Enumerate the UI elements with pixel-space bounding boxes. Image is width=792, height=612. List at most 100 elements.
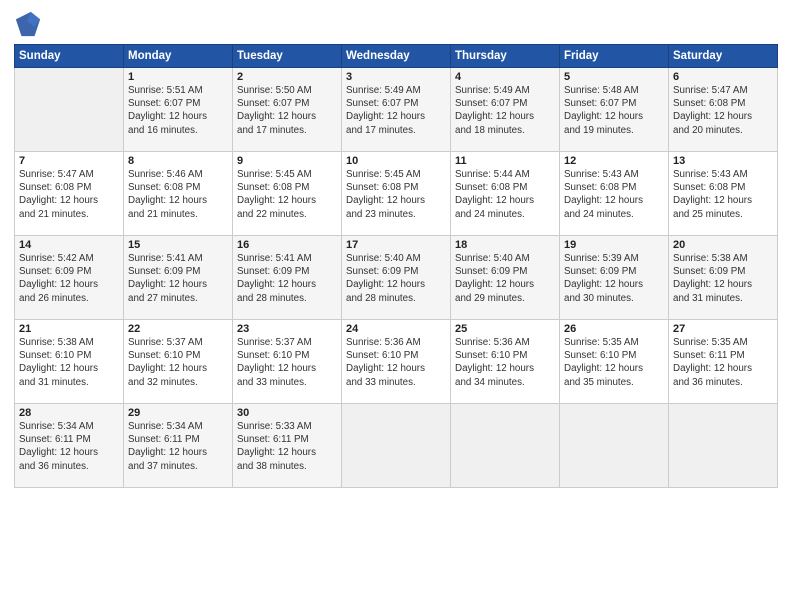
day-number: 20 [673,239,773,251]
calendar-cell [15,68,124,152]
day-detail: Sunrise: 5:34 AM Sunset: 6:11 PM Dayligh… [128,420,228,473]
day-detail: Sunrise: 5:45 AM Sunset: 6:08 PM Dayligh… [237,168,337,221]
calendar-cell: 30Sunrise: 5:33 AM Sunset: 6:11 PM Dayli… [233,404,342,488]
calendar-cell: 7Sunrise: 5:47 AM Sunset: 6:08 PM Daylig… [15,152,124,236]
day-detail: Sunrise: 5:49 AM Sunset: 6:07 PM Dayligh… [346,84,446,137]
day-detail: Sunrise: 5:46 AM Sunset: 6:08 PM Dayligh… [128,168,228,221]
calendar-cell: 12Sunrise: 5:43 AM Sunset: 6:08 PM Dayli… [560,152,669,236]
day-number: 7 [19,155,119,167]
day-number: 11 [455,155,555,167]
day-detail: Sunrise: 5:45 AM Sunset: 6:08 PM Dayligh… [346,168,446,221]
day-detail: Sunrise: 5:42 AM Sunset: 6:09 PM Dayligh… [19,252,119,305]
week-row-2: 7Sunrise: 5:47 AM Sunset: 6:08 PM Daylig… [15,152,778,236]
day-detail: Sunrise: 5:37 AM Sunset: 6:10 PM Dayligh… [128,336,228,389]
day-detail: Sunrise: 5:38 AM Sunset: 6:10 PM Dayligh… [19,336,119,389]
calendar-cell: 19Sunrise: 5:39 AM Sunset: 6:09 PM Dayli… [560,236,669,320]
day-detail: Sunrise: 5:37 AM Sunset: 6:10 PM Dayligh… [237,336,337,389]
calendar-cell: 17Sunrise: 5:40 AM Sunset: 6:09 PM Dayli… [342,236,451,320]
day-detail: Sunrise: 5:49 AM Sunset: 6:07 PM Dayligh… [455,84,555,137]
col-header-friday: Friday [560,45,669,68]
day-number: 6 [673,71,773,83]
header-row: SundayMondayTuesdayWednesdayThursdayFrid… [15,45,778,68]
calendar-cell: 14Sunrise: 5:42 AM Sunset: 6:09 PM Dayli… [15,236,124,320]
day-detail: Sunrise: 5:48 AM Sunset: 6:07 PM Dayligh… [564,84,664,137]
day-detail: Sunrise: 5:33 AM Sunset: 6:11 PM Dayligh… [237,420,337,473]
day-number: 22 [128,323,228,335]
calendar-cell: 6Sunrise: 5:47 AM Sunset: 6:08 PM Daylig… [669,68,778,152]
day-detail: Sunrise: 5:41 AM Sunset: 6:09 PM Dayligh… [128,252,228,305]
day-detail: Sunrise: 5:40 AM Sunset: 6:09 PM Dayligh… [455,252,555,305]
day-number: 1 [128,71,228,83]
day-detail: Sunrise: 5:44 AM Sunset: 6:08 PM Dayligh… [455,168,555,221]
day-detail: Sunrise: 5:51 AM Sunset: 6:07 PM Dayligh… [128,84,228,137]
calendar-cell: 3Sunrise: 5:49 AM Sunset: 6:07 PM Daylig… [342,68,451,152]
day-number: 25 [455,323,555,335]
col-header-wednesday: Wednesday [342,45,451,68]
day-number: 15 [128,239,228,251]
calendar-cell: 29Sunrise: 5:34 AM Sunset: 6:11 PM Dayli… [124,404,233,488]
day-number: 9 [237,155,337,167]
calendar-cell: 1Sunrise: 5:51 AM Sunset: 6:07 PM Daylig… [124,68,233,152]
day-detail: Sunrise: 5:36 AM Sunset: 6:10 PM Dayligh… [455,336,555,389]
day-number: 21 [19,323,119,335]
col-header-sunday: Sunday [15,45,124,68]
calendar-cell: 27Sunrise: 5:35 AM Sunset: 6:11 PM Dayli… [669,320,778,404]
calendar-cell: 8Sunrise: 5:46 AM Sunset: 6:08 PM Daylig… [124,152,233,236]
day-detail: Sunrise: 5:39 AM Sunset: 6:09 PM Dayligh… [564,252,664,305]
day-detail: Sunrise: 5:50 AM Sunset: 6:07 PM Dayligh… [237,84,337,137]
calendar-page: SundayMondayTuesdayWednesdayThursdayFrid… [0,0,792,612]
calendar-cell: 5Sunrise: 5:48 AM Sunset: 6:07 PM Daylig… [560,68,669,152]
calendar-cell: 22Sunrise: 5:37 AM Sunset: 6:10 PM Dayli… [124,320,233,404]
day-number: 26 [564,323,664,335]
day-number: 13 [673,155,773,167]
calendar-cell: 15Sunrise: 5:41 AM Sunset: 6:09 PM Dayli… [124,236,233,320]
calendar-cell [451,404,560,488]
day-number: 14 [19,239,119,251]
day-detail: Sunrise: 5:43 AM Sunset: 6:08 PM Dayligh… [564,168,664,221]
day-detail: Sunrise: 5:38 AM Sunset: 6:09 PM Dayligh… [673,252,773,305]
calendar-cell: 28Sunrise: 5:34 AM Sunset: 6:11 PM Dayli… [15,404,124,488]
day-number: 30 [237,407,337,419]
day-number: 19 [564,239,664,251]
day-number: 4 [455,71,555,83]
day-number: 8 [128,155,228,167]
calendar-cell: 4Sunrise: 5:49 AM Sunset: 6:07 PM Daylig… [451,68,560,152]
day-number: 3 [346,71,446,83]
calendar-table: SundayMondayTuesdayWednesdayThursdayFrid… [14,44,778,488]
day-detail: Sunrise: 5:34 AM Sunset: 6:11 PM Dayligh… [19,420,119,473]
calendar-cell: 25Sunrise: 5:36 AM Sunset: 6:10 PM Dayli… [451,320,560,404]
logo [14,10,46,38]
calendar-cell: 2Sunrise: 5:50 AM Sunset: 6:07 PM Daylig… [233,68,342,152]
day-number: 5 [564,71,664,83]
general-blue-icon [14,10,42,38]
day-detail: Sunrise: 5:35 AM Sunset: 6:11 PM Dayligh… [673,336,773,389]
calendar-cell [560,404,669,488]
calendar-cell: 16Sunrise: 5:41 AM Sunset: 6:09 PM Dayli… [233,236,342,320]
calendar-cell: 23Sunrise: 5:37 AM Sunset: 6:10 PM Dayli… [233,320,342,404]
day-number: 24 [346,323,446,335]
week-row-3: 14Sunrise: 5:42 AM Sunset: 6:09 PM Dayli… [15,236,778,320]
week-row-1: 1Sunrise: 5:51 AM Sunset: 6:07 PM Daylig… [15,68,778,152]
day-number: 2 [237,71,337,83]
col-header-tuesday: Tuesday [233,45,342,68]
calendar-cell: 24Sunrise: 5:36 AM Sunset: 6:10 PM Dayli… [342,320,451,404]
week-row-4: 21Sunrise: 5:38 AM Sunset: 6:10 PM Dayli… [15,320,778,404]
day-number: 29 [128,407,228,419]
calendar-cell [669,404,778,488]
day-detail: Sunrise: 5:40 AM Sunset: 6:09 PM Dayligh… [346,252,446,305]
day-number: 12 [564,155,664,167]
day-number: 27 [673,323,773,335]
day-detail: Sunrise: 5:36 AM Sunset: 6:10 PM Dayligh… [346,336,446,389]
page-header [14,10,778,38]
col-header-thursday: Thursday [451,45,560,68]
day-number: 16 [237,239,337,251]
calendar-cell: 13Sunrise: 5:43 AM Sunset: 6:08 PM Dayli… [669,152,778,236]
day-number: 23 [237,323,337,335]
day-number: 28 [19,407,119,419]
calendar-cell: 21Sunrise: 5:38 AM Sunset: 6:10 PM Dayli… [15,320,124,404]
col-header-monday: Monday [124,45,233,68]
calendar-cell [342,404,451,488]
calendar-cell: 11Sunrise: 5:44 AM Sunset: 6:08 PM Dayli… [451,152,560,236]
calendar-cell: 18Sunrise: 5:40 AM Sunset: 6:09 PM Dayli… [451,236,560,320]
day-number: 17 [346,239,446,251]
